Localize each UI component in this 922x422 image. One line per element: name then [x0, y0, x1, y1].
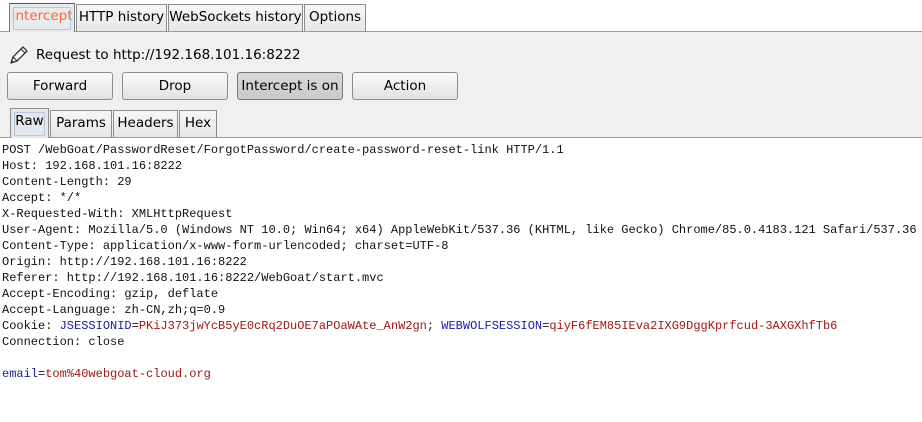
- request-line: POST /WebGoat/PasswordReset/ForgotPasswo…: [2, 143, 564, 157]
- tab-label: Params: [56, 115, 106, 131]
- tab-params[interactable]: Params: [50, 110, 112, 137]
- header-line: Accept: */*: [2, 191, 82, 205]
- tab-options[interactable]: Options: [304, 4, 366, 31]
- cookie-prefix: Cookie:: [2, 319, 60, 333]
- header-line: User-Agent: Mozilla/5.0 (Windows NT 10.0…: [2, 223, 917, 237]
- request-target-label: Request to http://192.168.101.16:8222: [36, 47, 301, 63]
- cookie-equals: =: [131, 319, 139, 333]
- tab-label: WebSockets history: [169, 9, 302, 25]
- tab-label: HTTP history: [78, 9, 165, 25]
- tab-hex[interactable]: Hex: [179, 110, 217, 137]
- cookie-name-jsessionid: JSESSIONID: [59, 319, 132, 333]
- body-param-value: tom%40webgoat-cloud.org: [45, 367, 211, 381]
- body-param-line: email=tom%40webgoat-cloud.org: [2, 366, 211, 382]
- request-target-row: Request to http://192.168.101.16:8222: [8, 44, 301, 66]
- proxy-tab-bar: Intercept HTTP history WebSockets histor…: [0, 0, 922, 32]
- tab-headers[interactable]: Headers: [113, 110, 178, 137]
- raw-request-editor[interactable]: POST /WebGoat/PasswordReset/ForgotPasswo…: [0, 138, 922, 422]
- header-line: Accept-Language: zh-CN,zh;q=0.9: [2, 303, 226, 317]
- forward-button[interactable]: Forward: [7, 72, 113, 100]
- header-line: Host: 192.168.101.16:8222: [2, 159, 183, 173]
- action-button[interactable]: Action: [352, 72, 458, 100]
- tab-websockets-history[interactable]: WebSockets history: [168, 4, 303, 31]
- header-line: X-Requested-With: XMLHttpRequest: [2, 207, 233, 221]
- cookie-name-webwolfsession: WEBWOLFSESSION: [441, 319, 543, 333]
- cookie-value-jsessionid: PKiJ373jwYcB5yE0cRq2DuOE7aPOaWAte_AnW2gn: [138, 319, 427, 333]
- tab-raw[interactable]: Raw: [10, 108, 49, 138]
- drop-button[interactable]: Drop: [122, 72, 228, 100]
- header-line: Referer: http://192.168.101.16:8222/WebG…: [2, 271, 384, 285]
- pencil-icon: [10, 46, 28, 64]
- header-line: Accept-Encoding: gzip, deflate: [2, 287, 219, 301]
- tab-label: Raw: [15, 113, 44, 129]
- header-line: Connection: close: [2, 335, 125, 349]
- cookie-value-webwolfsession: qiyF6fEM85IEva2IXG9DggKprfcud-3AXGXhfTb6: [549, 319, 838, 333]
- body-param-name: email: [2, 367, 39, 381]
- cookie-separator: ;: [426, 319, 442, 333]
- burp-proxy-window: Intercept HTTP history WebSockets histor…: [0, 0, 922, 422]
- tab-label: Options: [308, 9, 362, 25]
- tab-label: Hex: [184, 115, 212, 131]
- message-view-tab-bar: Raw Params Headers Hex: [0, 106, 922, 138]
- header-line: Origin: http://192.168.101.16:8222: [2, 255, 247, 269]
- intercept-toggle-button[interactable]: Intercept is on: [237, 72, 343, 100]
- header-line: Content-Length: 29: [2, 175, 132, 189]
- tab-label: Intercept: [11, 8, 73, 24]
- tab-label: Headers: [117, 115, 174, 131]
- cookie-header-line: Cookie: JSESSIONID=PKiJ373jwYcB5yE0cRq2D…: [2, 318, 837, 334]
- header-line: Content-Type: application/x-www-form-url…: [2, 239, 449, 253]
- tab-http-history[interactable]: HTTP history: [76, 4, 167, 31]
- tab-intercept[interactable]: Intercept: [9, 3, 75, 32]
